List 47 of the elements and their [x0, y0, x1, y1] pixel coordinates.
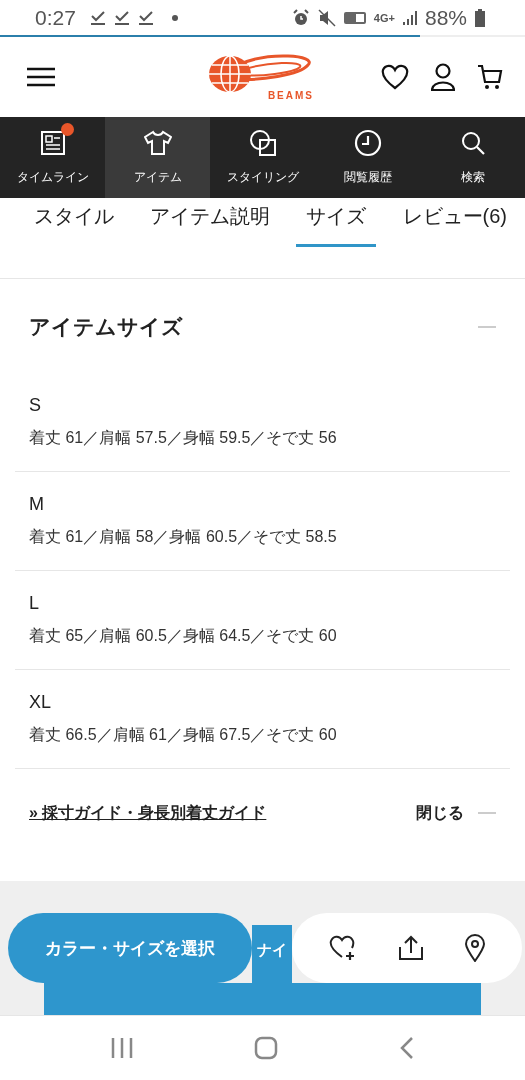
size-label: M	[29, 494, 45, 515]
network-type: 4G+	[373, 11, 395, 24]
download-done-icon	[137, 10, 154, 25]
cart-icon[interactable]	[477, 64, 503, 90]
size-label: S	[29, 395, 42, 416]
clock-icon	[353, 129, 382, 157]
nav-tab[interactable]: 閲覧履歴	[315, 117, 420, 198]
content-tab[interactable]: サイズ	[296, 198, 377, 247]
nav-tab[interactable]: アイテム	[105, 117, 210, 198]
download-done-icon	[89, 10, 106, 25]
tshirt-icon	[143, 130, 172, 156]
status-time: 0:27	[35, 5, 76, 30]
nav-tab[interactable]: 検索	[420, 117, 525, 198]
heart-plus-icon[interactable]	[329, 935, 357, 961]
size-measurements: 着丈 61／肩幅 57.5／身幅 59.5／そで丈 56	[29, 428, 338, 448]
section-title: アイテムサイズ	[29, 314, 183, 340]
size-label: XL	[29, 692, 53, 713]
battery-icon	[475, 8, 485, 27]
close-label[interactable]: 閉じる	[416, 802, 464, 824]
mute-icon	[317, 8, 336, 27]
share-icon[interactable]	[399, 935, 423, 961]
download-done-icon	[113, 10, 130, 25]
back-icon[interactable]	[400, 1037, 415, 1059]
dot-icon	[171, 14, 178, 21]
signal-icon	[402, 10, 417, 25]
search-icon	[459, 130, 486, 156]
content-tab[interactable]: レビュー(6)	[392, 198, 517, 247]
news-icon	[39, 130, 66, 156]
brand-logo[interactable]: BEAMS	[208, 53, 316, 101]
location-pin-icon[interactable]	[465, 934, 485, 962]
size-measurements: 着丈 66.5／肩幅 61／身幅 67.5／そで丈 60	[29, 725, 338, 745]
battery-percent: 88%	[424, 5, 467, 30]
nav-tab[interactable]: スタイリング	[210, 117, 315, 198]
size-guide-link[interactable]: » 採寸ガイド・身長別着丈ガイド	[29, 802, 267, 824]
heart-icon[interactable]	[381, 64, 409, 90]
home-icon[interactable]	[254, 1036, 279, 1060]
size-label: L	[29, 593, 40, 614]
overlapping-shapes-icon	[248, 129, 277, 157]
user-icon[interactable]	[431, 63, 455, 91]
alarm-icon	[291, 8, 310, 27]
content-tab[interactable]: スタイル	[24, 198, 124, 247]
menu-icon[interactable]	[27, 67, 55, 87]
size-measurements: 着丈 65／肩幅 60.5／身幅 64.5／そで丈 60	[29, 626, 338, 646]
content-tab[interactable]: アイテム説明	[140, 198, 281, 247]
recent-apps-icon[interactable]	[110, 1038, 133, 1058]
size-measurements: 着丈 61／肩幅 58／身幅 60.5／そで丈 58.5	[29, 527, 338, 547]
nav-tab[interactable]: タイムライン	[0, 117, 105, 198]
